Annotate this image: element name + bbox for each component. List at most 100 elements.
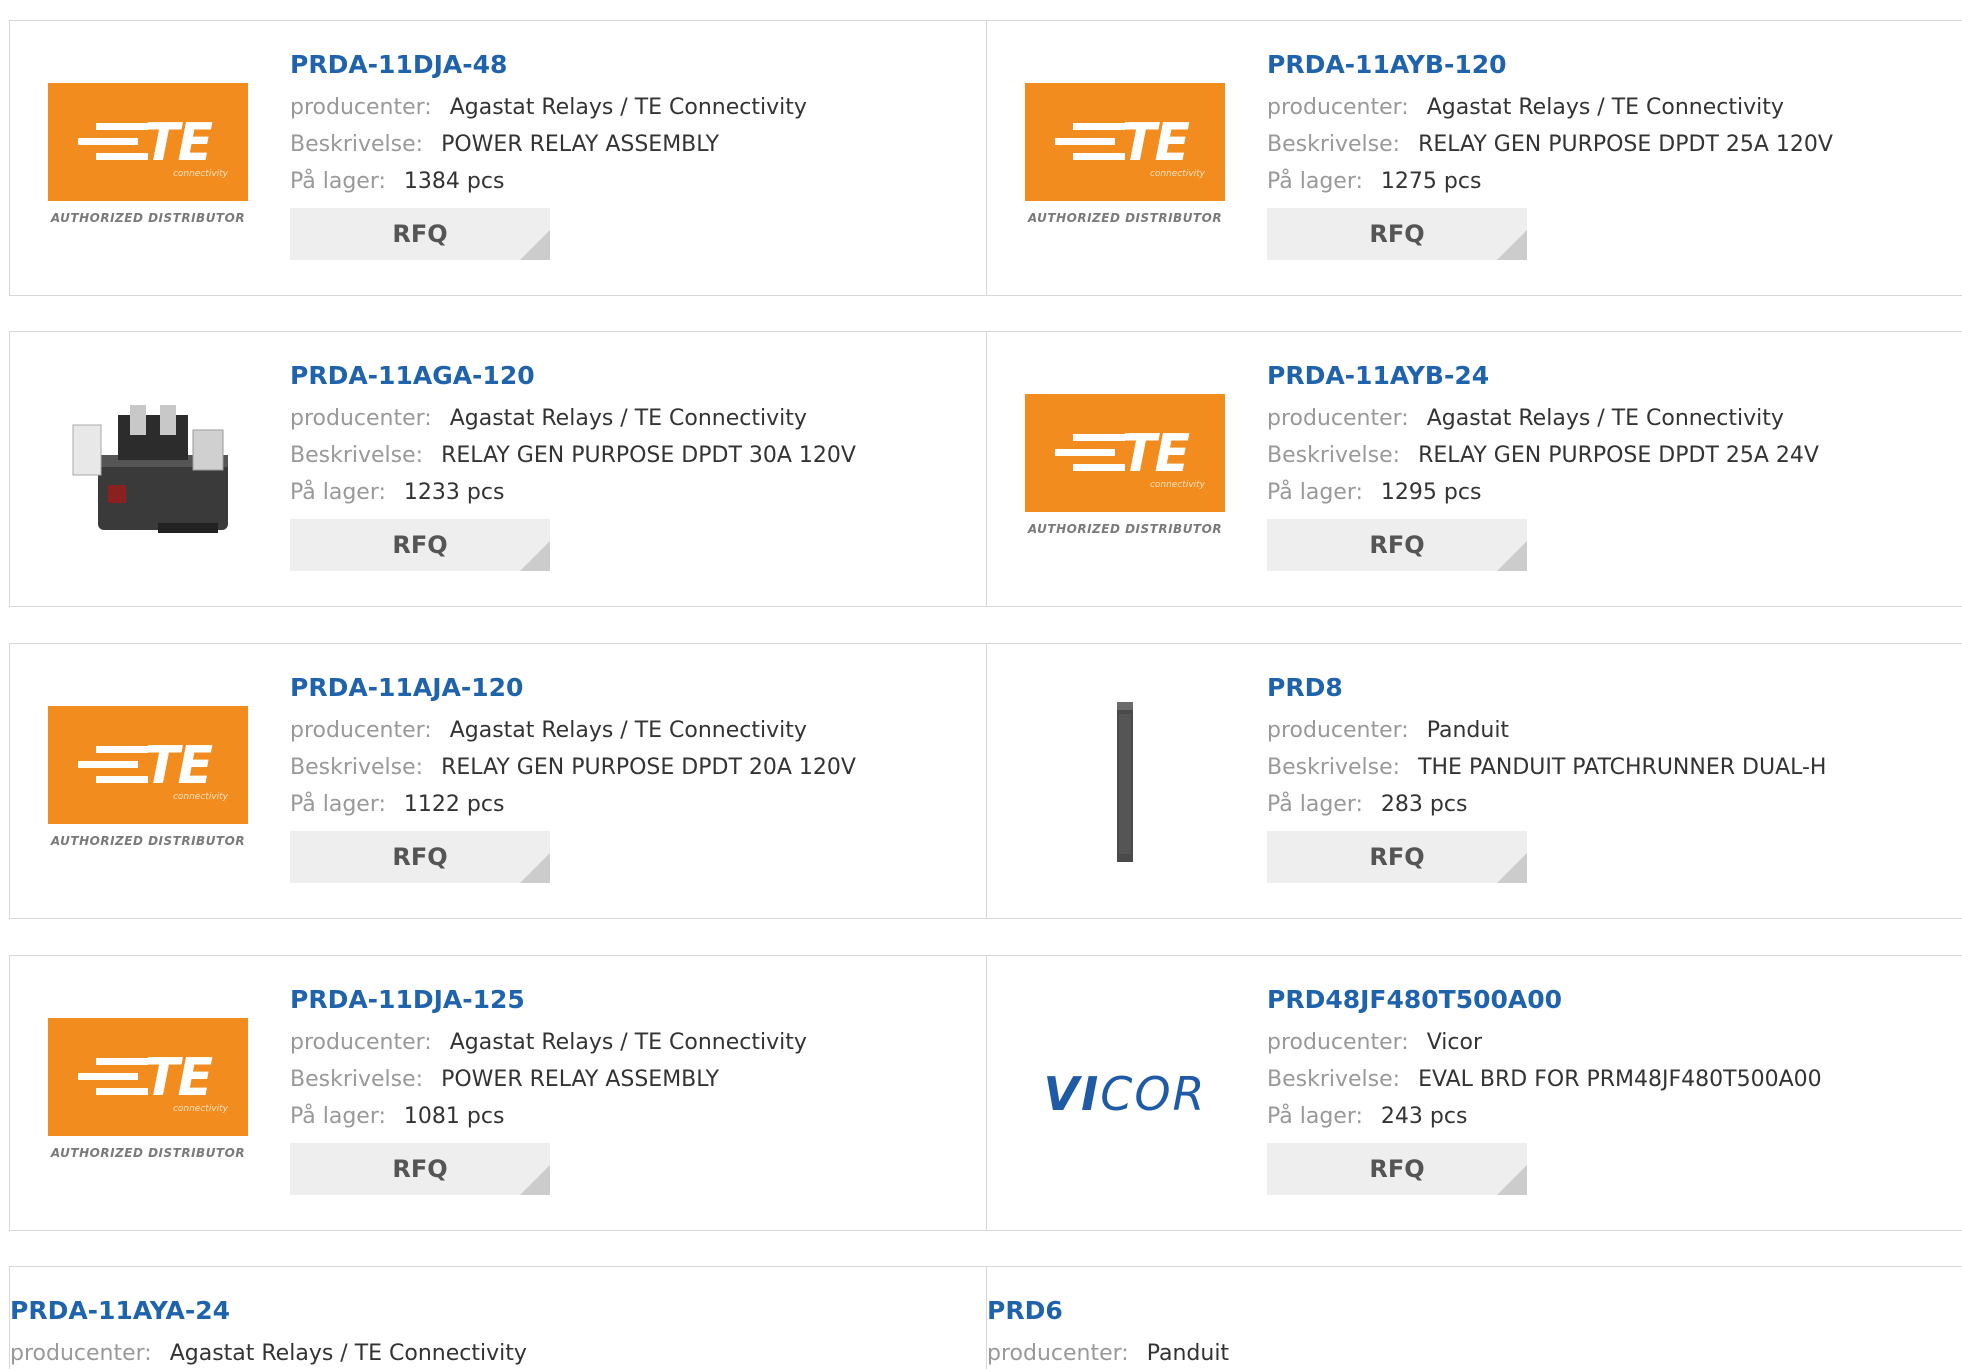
- rfq-button[interactable]: RFQ: [1267, 831, 1527, 883]
- manufacturer-label: producenter:: [1267, 1030, 1409, 1055]
- product-title-link[interactable]: PRDA-11AYB-24: [1267, 360, 1819, 392]
- rfq-button[interactable]: RFQ: [1267, 1143, 1527, 1195]
- stock-label: På lager:: [1267, 480, 1363, 505]
- stock-label: På lager:: [1267, 1104, 1363, 1129]
- product-card: VICOR PRD48JF480T500A00 producenter: Vico…: [986, 956, 1962, 1230]
- description-label: Beskrivelse:: [290, 443, 424, 468]
- product-title-link[interactable]: PRDA-11DJA-125: [290, 984, 807, 1016]
- stock-value: 1275 pcs: [1380, 169, 1482, 194]
- manufacturer-label: producenter:: [1267, 95, 1409, 120]
- product-row: TE connectivity AUTHORIZED DISTRIBUTOR PR…: [9, 955, 1962, 1231]
- stock-value: 243 pcs: [1380, 1104, 1468, 1129]
- product-card: TE connectivity AUTHORIZED DISTRIBUTOR PR…: [986, 21, 1962, 295]
- description-value: EVAL BRD FOR PRM48JF480T500A00: [1418, 1067, 1822, 1092]
- te-connectivity-logo: TE connectivity AUTHORIZED DISTRIBUTOR: [46, 705, 250, 858]
- stock-value: 283 pcs: [1380, 792, 1468, 817]
- manufacturer-value: Agastat Relays / TE Connectivity: [449, 1030, 807, 1055]
- manufacturer-value: Agastat Relays / TE Connectivity: [1426, 95, 1784, 120]
- product-card: PRD6 producenter: Panduit: [986, 1267, 1962, 1369]
- stock-value: 1233 pcs: [403, 480, 505, 505]
- manufacturer-value: Agastat Relays / TE Connectivity: [449, 718, 807, 743]
- stock-value: 1081 pcs: [403, 1104, 505, 1129]
- product-card: PRDA-11AGA-120 producenter: Agastat Relay…: [10, 332, 986, 606]
- manufacturer-label: producenter:: [290, 95, 432, 120]
- stock-label: På lager:: [1267, 792, 1363, 817]
- manufacturer-value: Agastat Relays / TE Connectivity: [169, 1341, 527, 1366]
- manufacturer-label: producenter:: [1267, 718, 1409, 743]
- description-label: Beskrivelse:: [1267, 755, 1401, 780]
- te-connectivity-logo: TE connectivity AUTHORIZED DISTRIBUTOR: [1023, 82, 1227, 235]
- patchrunner-bar-icon: [1117, 701, 1133, 862]
- description-value: RELAY GEN PURPOSE DPDT 20A 120V: [441, 755, 856, 780]
- rfq-button[interactable]: RFQ: [290, 208, 550, 260]
- manufacturer-value: Panduit: [1426, 718, 1510, 743]
- manufacturer-value: Vicor: [1426, 1030, 1482, 1055]
- te-connectivity-logo: TE connectivity AUTHORIZED DISTRIBUTOR: [1023, 393, 1227, 546]
- product-image[interactable]: [46, 392, 250, 547]
- stock-value: 1122 pcs: [403, 792, 505, 817]
- description-value: RELAY GEN PURPOSE DPDT 25A 24V: [1418, 443, 1819, 468]
- product-row: TE connectivity AUTHORIZED DISTRIBUTOR PR…: [9, 20, 1962, 296]
- product-row: PRDA-11AYA-24 producenter: Agastat Relays…: [9, 1266, 1962, 1369]
- product-image[interactable]: TE connectivity AUTHORIZED DISTRIBUTOR: [1023, 81, 1227, 236]
- product-image[interactable]: TE connectivity AUTHORIZED DISTRIBUTOR: [46, 704, 250, 859]
- product-title-link[interactable]: PRD8: [1267, 672, 1826, 704]
- description-value: RELAY GEN PURPOSE DPDT 30A 120V: [441, 443, 856, 468]
- manufacturer-value: Panduit: [1146, 1341, 1230, 1366]
- description-label: Beskrivelse:: [1267, 132, 1401, 157]
- description-value: POWER RELAY ASSEMBLY: [441, 132, 720, 157]
- product-image[interactable]: TE connectivity AUTHORIZED DISTRIBUTOR: [46, 1016, 250, 1171]
- product-card: TE connectivity AUTHORIZED DISTRIBUTOR PR…: [10, 21, 986, 295]
- rfq-button[interactable]: RFQ: [290, 519, 550, 571]
- rfq-button[interactable]: RFQ: [1267, 519, 1527, 571]
- manufacturer-label: producenter:: [290, 718, 432, 743]
- product-card: PRD8 producenter: Panduit Beskrivelse: THE…: [986, 644, 1962, 918]
- product-card: TE connectivity AUTHORIZED DISTRIBUTOR PR…: [10, 956, 986, 1230]
- product-card: TE connectivity AUTHORIZED DISTRIBUTOR PR…: [986, 332, 1962, 606]
- product-title-link[interactable]: PRDA-11AYB-120: [1267, 49, 1833, 81]
- product-image[interactable]: VICOR: [1023, 1016, 1227, 1171]
- stock-label: På lager:: [290, 1104, 386, 1129]
- stock-value: 1384 pcs: [403, 169, 505, 194]
- description-label: Beskrivelse:: [1267, 1067, 1401, 1092]
- manufacturer-label: producenter:: [987, 1341, 1129, 1366]
- product-row: PRDA-11AGA-120 producenter: Agastat Relay…: [9, 331, 1962, 607]
- manufacturer-value: Agastat Relays / TE Connectivity: [1426, 406, 1784, 431]
- stock-label: På lager:: [1267, 169, 1363, 194]
- product-image[interactable]: TE connectivity AUTHORIZED DISTRIBUTOR: [46, 81, 250, 236]
- rfq-button[interactable]: RFQ: [1267, 208, 1527, 260]
- product-image[interactable]: TE connectivity AUTHORIZED DISTRIBUTOR: [1023, 392, 1227, 547]
- product-card: TE connectivity AUTHORIZED DISTRIBUTOR PR…: [10, 644, 986, 918]
- product-title-link[interactable]: PRDA-11AGA-120: [290, 360, 856, 392]
- manufacturer-label: producenter:: [290, 1030, 432, 1055]
- stock-label: På lager:: [290, 480, 386, 505]
- manufacturer-value: Agastat Relays / TE Connectivity: [449, 406, 807, 431]
- description-label: Beskrivelse:: [290, 132, 424, 157]
- description-value: POWER RELAY ASSEMBLY: [441, 1067, 720, 1092]
- manufacturer-label: producenter:: [290, 406, 432, 431]
- product-card: PRDA-11AYA-24 producenter: Agastat Relays…: [10, 1267, 986, 1369]
- rfq-button[interactable]: RFQ: [290, 1143, 550, 1195]
- product-title-link[interactable]: PRDA-11AYA-24: [10, 1295, 527, 1327]
- description-label: Beskrivelse:: [1267, 443, 1401, 468]
- manufacturer-value: Agastat Relays / TE Connectivity: [449, 95, 807, 120]
- product-title-link[interactable]: PRDA-11DJA-48: [290, 49, 807, 81]
- stock-value: 1295 pcs: [1380, 480, 1482, 505]
- product-title-link[interactable]: PRD48JF480T500A00: [1267, 984, 1822, 1016]
- rfq-button[interactable]: RFQ: [290, 831, 550, 883]
- description-value: RELAY GEN PURPOSE DPDT 25A 120V: [1418, 132, 1833, 157]
- relay-photo-icon: [72, 404, 228, 533]
- vicor-logo: VICOR: [1043, 1066, 1207, 1121]
- product-title-link[interactable]: PRD6: [987, 1295, 1229, 1327]
- description-value: THE PANDUIT PATCHRUNNER DUAL-H: [1418, 755, 1827, 780]
- te-connectivity-logo: TE connectivity AUTHORIZED DISTRIBUTOR: [46, 1017, 250, 1170]
- description-label: Beskrivelse:: [290, 755, 424, 780]
- description-label: Beskrivelse:: [290, 1067, 424, 1092]
- manufacturer-label: producenter:: [10, 1341, 152, 1366]
- product-row: TE connectivity AUTHORIZED DISTRIBUTOR PR…: [9, 643, 1962, 919]
- manufacturer-label: producenter:: [1267, 406, 1409, 431]
- product-title-link[interactable]: PRDA-11AJA-120: [290, 672, 856, 704]
- te-connectivity-logo: TE connectivity AUTHORIZED DISTRIBUTOR: [46, 82, 250, 235]
- stock-label: På lager:: [290, 792, 386, 817]
- product-image[interactable]: [1023, 701, 1227, 862]
